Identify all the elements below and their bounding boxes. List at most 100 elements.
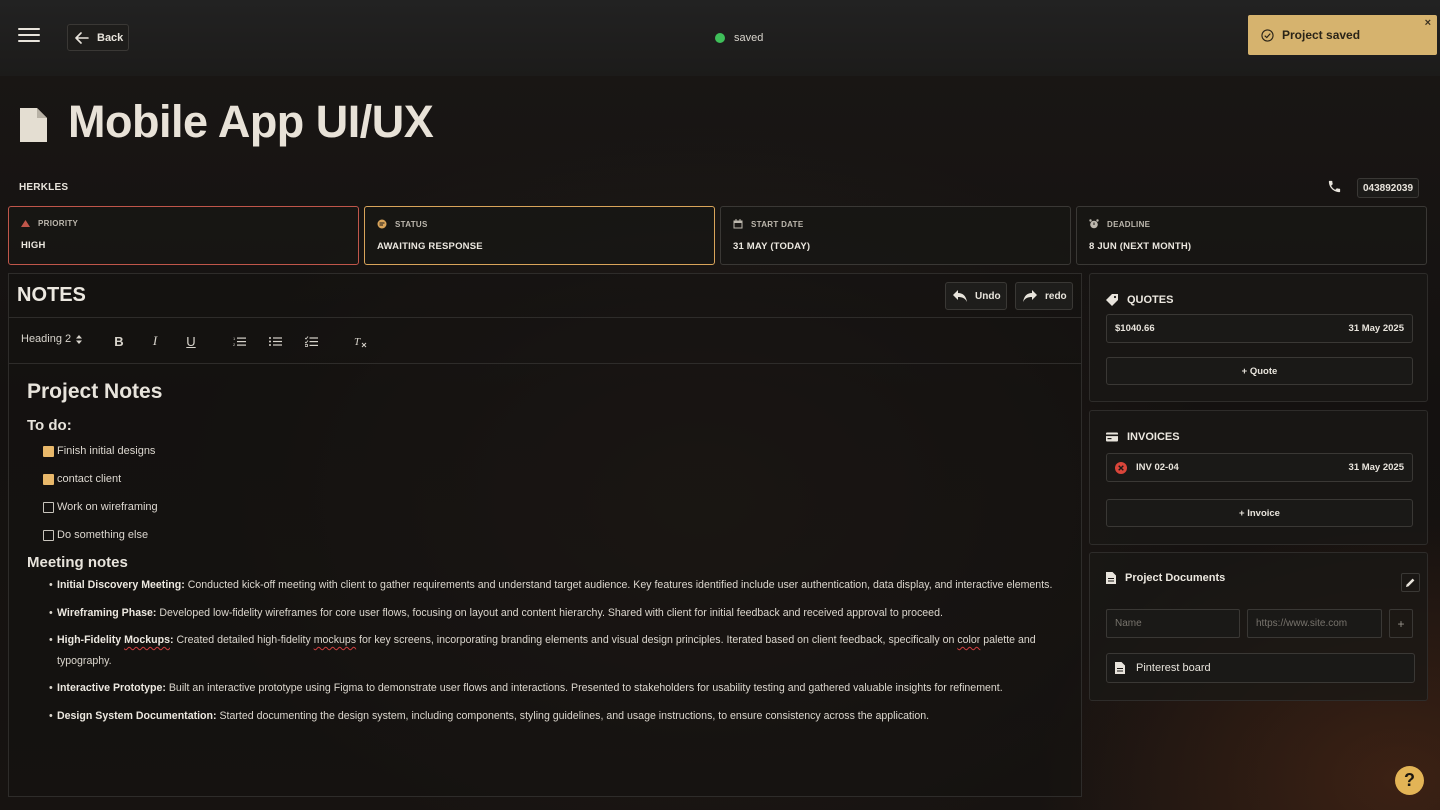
todo-heading: To do: — [27, 417, 72, 434]
priority-label: PRIORITY — [38, 219, 79, 228]
clear-format-icon[interactable]: T — [351, 332, 369, 350]
svg-text:1: 1 — [233, 336, 236, 341]
note-title: Wireframing Phase: — [57, 606, 157, 619]
deadline-value: 8 JUN (NEXT MONTH) — [1089, 241, 1192, 252]
start-date-value: 31 MAY (TODAY) — [733, 241, 811, 252]
italic-icon[interactable]: I — [146, 332, 164, 350]
pencil-icon — [1406, 578, 1415, 587]
priority-value: HIGH — [21, 240, 46, 251]
todo-item: Work on wireframing — [27, 501, 1067, 529]
deadline-card[interactable]: DEADLINE 8 JUN (NEXT MONTH) — [1076, 206, 1427, 265]
list-item: Interactive Prototype: Built an interact… — [49, 678, 1067, 699]
deadline-label: DEADLINE — [1107, 219, 1151, 229]
file-icon — [1115, 662, 1125, 674]
invoices-title-label: INVOICES — [1127, 431, 1180, 443]
todo-checkbox[interactable] — [43, 446, 54, 457]
invoice-date: 31 May 2025 — [1348, 462, 1404, 473]
ordered-list-icon[interactable]: 12 — [230, 332, 248, 350]
note-title: Interactive Prototype: — [57, 682, 166, 694]
todo-label: Finish initial designs — [57, 445, 156, 457]
edit-documents-button[interactable] — [1401, 573, 1420, 592]
undo-icon — [953, 290, 967, 302]
start-date-card[interactable]: START DATE 31 MAY (TODAY) — [720, 206, 1071, 265]
save-status: saved — [715, 32, 763, 44]
undo-button[interactable]: Undo — [945, 282, 1007, 310]
note-text: for key screens, incorporating branding … — [356, 634, 958, 646]
document-link-label: Pinterest board — [1136, 662, 1211, 674]
check-circle-icon — [1261, 28, 1274, 42]
invoice-id: INV 02-04 — [1136, 462, 1179, 473]
notes-title: NOTES — [17, 284, 86, 306]
spellcheck-word: color — [957, 634, 981, 646]
note-title-start: High-Fidelity — [57, 634, 125, 646]
todo-checkbox[interactable] — [43, 474, 54, 485]
invoices-title: INVOICES — [1106, 431, 1180, 443]
bullet-list-icon[interactable] — [266, 332, 284, 350]
hamburger-menu-icon[interactable] — [18, 28, 40, 44]
document-name-input[interactable] — [1106, 609, 1240, 638]
todo-checkbox[interactable] — [43, 530, 54, 541]
documents-title-label: Project Documents — [1125, 572, 1226, 584]
status-label: STATUS — [395, 219, 428, 229]
meeting-notes-list: Initial Discovery Meeting: Conducted kic… — [27, 575, 1067, 726]
quote-amount: $1040.66 — [1115, 323, 1155, 334]
add-invoice-button[interactable]: + Invoice — [1106, 499, 1413, 527]
top-bar: Back saved — [0, 0, 1440, 76]
add-document-button[interactable]: + — [1389, 609, 1413, 638]
phone-icon — [1328, 180, 1341, 193]
tag-icon — [1106, 294, 1118, 306]
x-circle-icon — [1115, 461, 1127, 474]
note-text: Started documenting the design system, i… — [216, 709, 930, 722]
note-text: Conducted kick-off meeting with client t… — [184, 579, 1053, 591]
arrow-left-icon — [75, 31, 89, 44]
status-card[interactable]: STATUS AWAITING RESPONSE — [364, 206, 715, 265]
note-text: Developed low-fidelity wireframes for co… — [156, 606, 943, 619]
undo-label: Undo — [975, 290, 1001, 302]
toast-message: Project saved — [1282, 28, 1361, 42]
underline-icon[interactable]: U — [182, 332, 200, 350]
chat-bubble-icon — [377, 219, 387, 229]
checklist-icon[interactable] — [302, 332, 320, 350]
todo-label: Do something else — [57, 529, 149, 541]
heading-select-value: Heading 2 — [21, 333, 72, 345]
list-item: Design System Documentation: Started doc… — [49, 706, 1067, 727]
svg-text:T: T — [354, 336, 361, 348]
spellcheck-word: mockups — [313, 634, 357, 646]
todo-list: Finish initial designs contact client Wo… — [27, 445, 1067, 557]
page-title: Mobile App UI/UX — [68, 96, 434, 147]
save-status-label: saved — [734, 32, 764, 44]
document-url-input[interactable] — [1247, 609, 1382, 638]
calendar-icon — [733, 219, 743, 229]
redo-button[interactable]: redo — [1015, 282, 1073, 310]
redo-icon — [1023, 290, 1037, 302]
redo-label: redo — [1045, 290, 1067, 302]
phone-number[interactable]: 043892039 — [1357, 178, 1419, 198]
todo-item: Do something else — [27, 529, 1067, 557]
add-quote-button[interactable]: + Quote — [1106, 357, 1413, 385]
todo-item: contact client — [27, 473, 1067, 501]
help-button[interactable]: ? — [1395, 766, 1424, 795]
bold-icon[interactable]: B — [110, 332, 128, 350]
toast-close-icon[interactable]: × — [1425, 17, 1431, 29]
quote-row[interactable]: $1040.66 31 May 2025 — [1106, 314, 1413, 343]
heading-select[interactable]: Heading 2 — [21, 333, 83, 345]
list-item: Wireframing Phase: Developed low-fidelit… — [49, 603, 1067, 624]
file-icon — [1106, 572, 1116, 584]
todo-label: contact client — [57, 473, 122, 485]
todo-checkbox[interactable] — [43, 502, 54, 513]
status-value: AWAITING RESPONSE — [377, 241, 483, 252]
invoice-row[interactable]: INV 02-04 31 May 2025 — [1106, 453, 1413, 482]
quotes-title-label: QUOTES — [1127, 294, 1174, 306]
priority-card[interactable]: PRIORITY HIGH — [8, 206, 359, 265]
documents-title: Project Documents — [1106, 572, 1225, 584]
start-date-label: START DATE — [751, 219, 804, 229]
document-link[interactable]: Pinterest board — [1106, 653, 1415, 683]
notes-header: NOTES Undo redo — [9, 274, 1081, 318]
notes-editor[interactable]: Project Notes To do: Finish initial desi… — [27, 379, 1067, 733]
alarm-clock-icon — [1089, 219, 1099, 229]
quotes-title: QUOTES — [1106, 294, 1173, 306]
back-button[interactable]: Back — [67, 24, 129, 51]
client-name: HERKLES — [19, 182, 69, 193]
invoice-id-wrap: INV 02-04 — [1115, 461, 1179, 474]
notes-panel: NOTES Undo redo Heading 2 B I U 12 T Pro… — [8, 273, 1082, 797]
